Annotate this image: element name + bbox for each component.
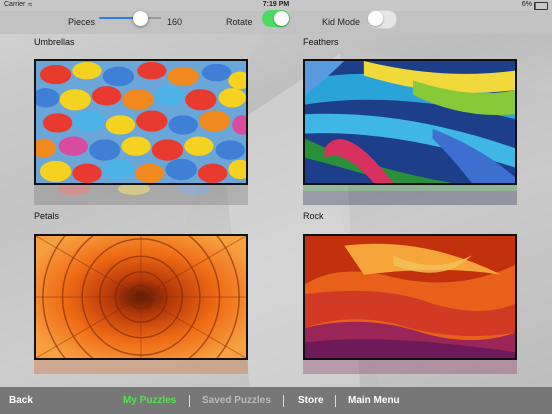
bottom-nav: Back My Puzzles Saved Puzzles Store Main…: [0, 387, 552, 414]
pieces-value: 160: [167, 17, 183, 27]
clock: 7:19 PM: [262, 1, 290, 8]
reflection: [34, 360, 248, 374]
tab-store[interactable]: Store: [298, 395, 324, 406]
reflection: [303, 360, 517, 374]
battery-percent: 6%: [521, 1, 532, 8]
tab-my-puzzles[interactable]: My Puzzles: [123, 395, 176, 406]
puzzle-title-feathers: Feathers: [303, 37, 339, 47]
divider: [283, 395, 284, 407]
pieces-slider-thumb[interactable]: [133, 11, 149, 26]
puzzle-thumbnail-rock[interactable]: [303, 234, 517, 360]
battery-icon: [534, 2, 548, 10]
puzzle-thumbnail-petals[interactable]: [34, 234, 248, 360]
divider: [189, 395, 190, 407]
settings-bar: Pieces 160 Rotate Kid Mode: [0, 10, 552, 34]
back-button[interactable]: Back: [9, 395, 33, 406]
puzzle-title-rock: Rock: [303, 211, 324, 221]
puzzle-thumbnail-feathers[interactable]: [303, 59, 517, 185]
reflection: [34, 185, 248, 205]
puzzle-title-umbrellas: Umbrellas: [34, 37, 75, 47]
tab-main-menu[interactable]: Main Menu: [348, 395, 400, 406]
kid-mode-label: Kid Mode: [322, 17, 361, 27]
rotate-label: Rotate: [226, 17, 253, 27]
puzzle-thumbnail-umbrellas[interactable]: [34, 59, 248, 185]
pieces-slider[interactable]: [99, 17, 161, 19]
pieces-label: Pieces: [68, 17, 96, 27]
rotate-toggle[interactable]: [262, 10, 290, 27]
tab-saved-puzzles[interactable]: Saved Puzzles: [202, 395, 271, 406]
kid-mode-toggle[interactable]: [367, 10, 397, 29]
reflection: [303, 185, 517, 205]
puzzle-title-petals: Petals: [34, 211, 60, 221]
divider: [335, 395, 336, 407]
